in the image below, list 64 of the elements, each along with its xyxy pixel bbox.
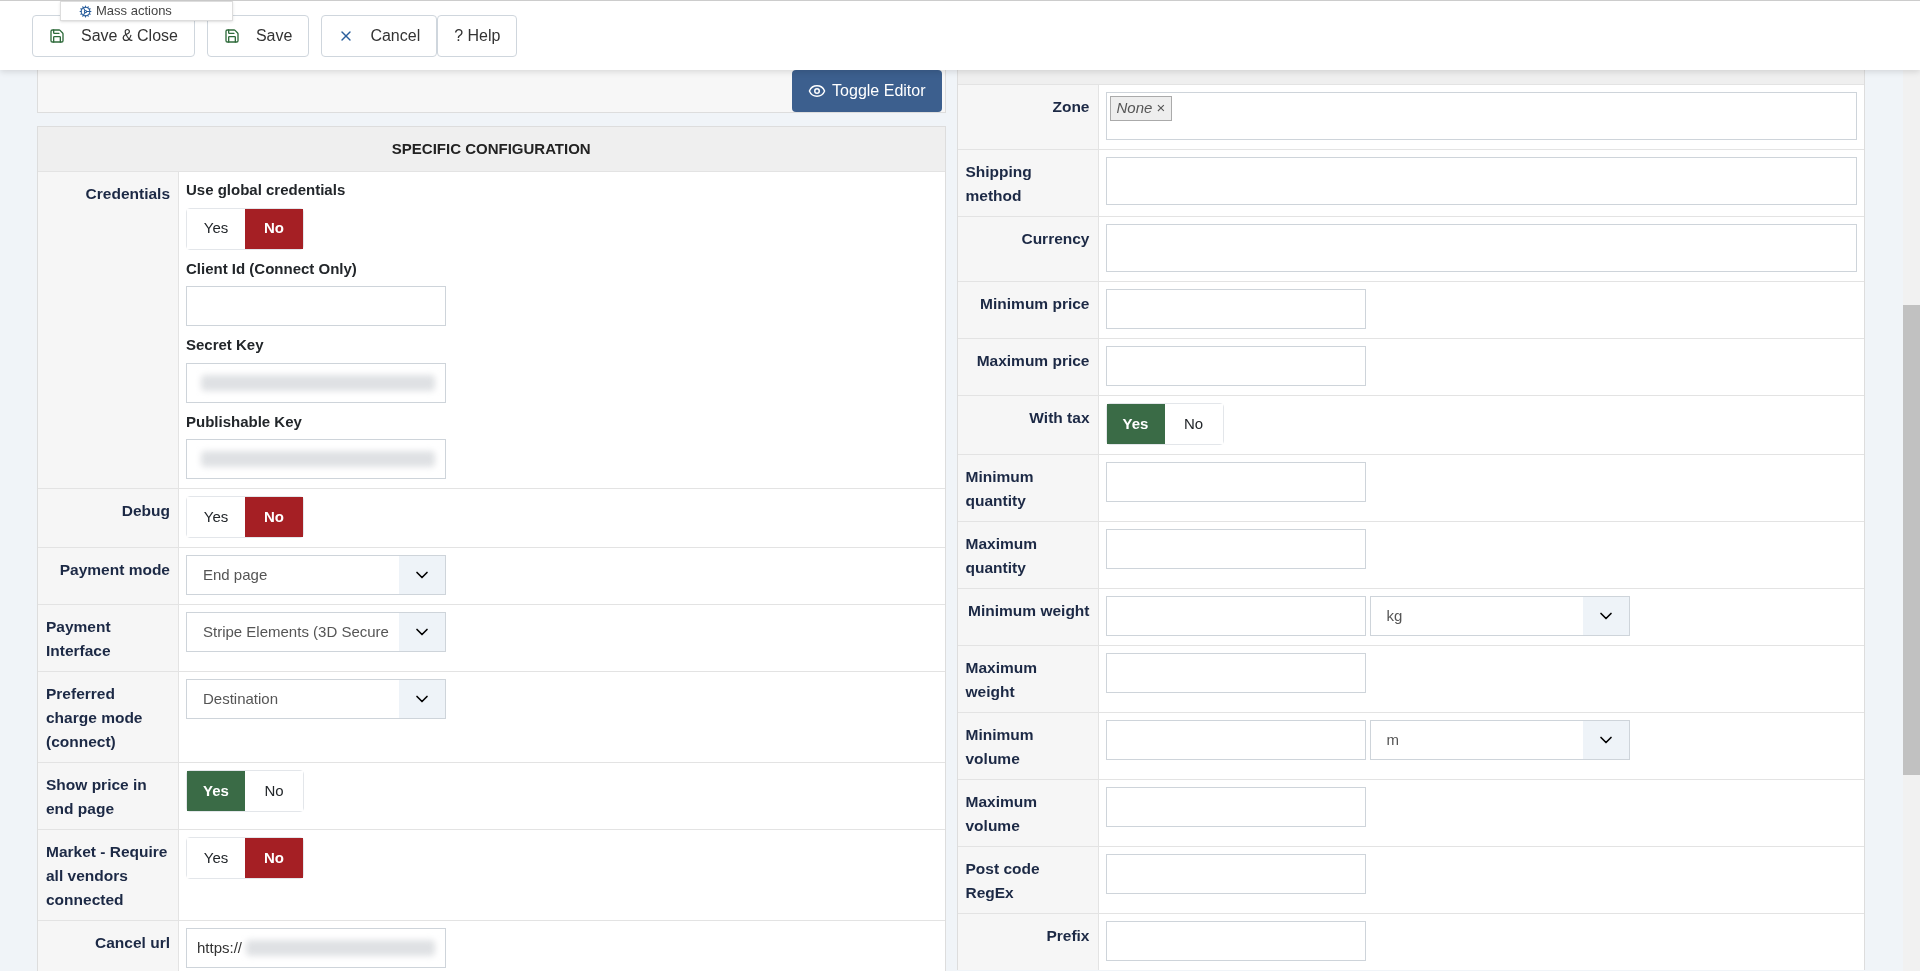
mass-actions-menu[interactable]: Mass actions [60,1,233,21]
field-label: Currency [1021,229,1090,249]
tag-chip[interactable]: None × [1109,96,1173,121]
field-label: Payment Interface [46,617,112,661]
input-field[interactable]: https:// [186,928,446,968]
field-label: Credentials [85,184,170,204]
select-field[interactable]: m [1369,720,1630,760]
field-label: Show price in end page [46,775,148,819]
field-label: Zone [1052,97,1090,117]
field-label: With tax [1029,408,1090,428]
field-caption: Publishable Key [186,411,303,432]
field-label: Payment mode [59,560,170,580]
input-field[interactable] [1105,289,1366,329]
tag-input-field[interactable]: None × [1105,92,1857,140]
field-label: Minimum quantity [965,467,1035,511]
input-field[interactable] [1105,653,1366,693]
field-label: Maximum quantity [965,534,1038,578]
input-field[interactable] [1105,596,1366,636]
input-field[interactable] [1105,157,1857,205]
input-field[interactable] [1105,462,1366,502]
input-field[interactable] [1105,921,1366,961]
field-label: Cancel url [95,933,170,953]
gears-icon [79,4,92,18]
field-label: Maximum volume [965,792,1038,836]
field-caption: Secret Key [186,335,265,355]
toggle-option[interactable]: Yes [187,771,245,811]
select-field[interactable]: End page [186,555,446,595]
select-field[interactable]: kg [1369,596,1630,636]
toggle-option[interactable]: No [245,497,303,537]
field-label: Minimum weight [968,601,1090,621]
input-field[interactable] [1105,529,1366,569]
input-field[interactable] [1105,720,1366,760]
field-label: Minimum volume [965,725,1035,769]
field-label: Post code RegEx [965,859,1041,903]
toggle-option[interactable]: No [245,838,303,878]
input-field[interactable] [1105,787,1366,827]
field-label: Maximum price [976,351,1090,371]
field-label: Prefix [1046,926,1090,946]
eye-icon [808,82,827,100]
input-field[interactable] [186,439,446,479]
toolbar-button[interactable]: Save [206,14,310,57]
field-caption: Use global credentials [186,180,347,200]
toggle-option[interactable]: Yes [1106,404,1165,444]
field-caption: Client Id (Connect Only) [186,258,358,279]
field-label: Preferred charge mode (connect) [46,684,144,752]
toggle-option[interactable]: No [245,208,303,249]
section-title: SPECIFIC CONFIGURATION [391,138,591,159]
toolbar-button[interactable]: ? Help [437,14,518,57]
scrollbar-thumb[interactable] [1903,305,1920,775]
input-field[interactable] [186,286,446,326]
field-label: Maximum weight [965,658,1038,702]
toggle-editor-button[interactable]: Toggle Editor [792,70,942,112]
input-field[interactable] [1105,224,1857,272]
select-field[interactable]: Destination [186,679,446,719]
field-label: Debug [121,501,170,521]
field-label: Minimum price [980,294,1090,314]
input-field[interactable] [186,362,446,403]
field-value: https:// [197,937,243,958]
input-field[interactable] [1105,854,1366,894]
input-field[interactable] [1105,346,1366,386]
toolbar-button[interactable]: Cancel [321,14,438,57]
select-field[interactable]: Stripe Elements (3D Secure [186,612,446,652]
field-label: Shipping method [965,162,1033,206]
field-label: Market - Require all vendors connected [46,842,169,910]
